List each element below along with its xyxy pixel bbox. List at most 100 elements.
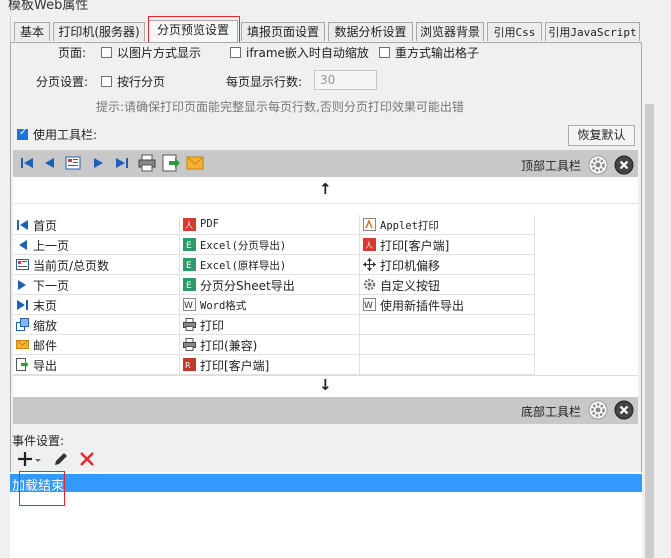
tab-ref-js[interactable]: 引用JavaScript: [545, 22, 640, 41]
grid-item-empty: [360, 315, 535, 335]
tab-ref-css[interactable]: 引用Css: [487, 22, 542, 41]
export-icon[interactable]: [161, 153, 181, 173]
applet-icon: [363, 218, 376, 231]
excel-icon: E: [183, 238, 196, 251]
move-down-arrow-icon[interactable]: ↓: [319, 376, 332, 394]
by-row-checkbox[interactable]: [101, 76, 112, 87]
grid-item-custom-button[interactable]: 自定义按钮: [360, 275, 535, 295]
grid-item-new-plugin-export[interactable]: W 使用新插件导出: [360, 295, 535, 315]
redraw-grid-label: 重方式输出格子: [395, 46, 480, 60]
window-title: 模板Web属性: [8, 0, 89, 13]
grid-item-label: 打印: [200, 319, 225, 333]
word-icon: W: [363, 298, 376, 311]
svg-text:W: W: [364, 301, 373, 311]
grid-item-export[interactable]: 导出: [13, 355, 180, 375]
grid-item-label: 打印[客户端]: [200, 359, 270, 373]
last-page-icon[interactable]: [113, 154, 133, 172]
mail-icon[interactable]: [185, 153, 205, 173]
scroll-thumb[interactable]: [645, 104, 654, 558]
last-page-icon: [16, 298, 29, 311]
grid-item-label: 使用新插件导出: [380, 299, 465, 313]
redraw-grid-checkbox[interactable]: [379, 47, 390, 58]
events-label: 事件设置:: [12, 434, 65, 448]
grid-item-print-compat[interactable]: 打印(兼容): [180, 335, 360, 355]
bottom-toolbar-label: 底部工具栏: [521, 405, 582, 419]
top-toolbar-close-icon[interactable]: [614, 155, 634, 175]
printer-icon[interactable]: [137, 153, 157, 173]
excel-icon: E: [183, 258, 196, 271]
grid-item-label: 首页: [33, 219, 58, 233]
prev-page-icon: [16, 238, 29, 251]
bottom-toolbar-gear-icon[interactable]: [588, 400, 608, 420]
next-page-icon[interactable]: [90, 154, 110, 172]
grid-item-label: 打印机偏移: [380, 259, 441, 273]
svg-text:W: W: [184, 301, 193, 311]
paging-label: 分页设置:: [36, 75, 89, 89]
grid-item-label: 邮件: [33, 339, 58, 353]
move-up-arrow-icon[interactable]: ↑: [319, 180, 332, 198]
grid-item-client-print-pdf[interactable]: 人 打印[客户端]: [360, 235, 535, 255]
grid-item-sheet-export[interactable]: E 分页分Sheet导出: [180, 275, 360, 295]
page-count-icon[interactable]: [64, 154, 84, 172]
word-icon: W: [183, 298, 196, 311]
next-page-icon: [16, 278, 29, 291]
delete-event-icon[interactable]: [78, 450, 96, 468]
zoom-icon: [16, 318, 29, 331]
use-toolbar-checkbox[interactable]: [17, 127, 28, 140]
tab-data-analysis[interactable]: 数据分析设置: [328, 22, 413, 41]
grid-item-excel-original[interactable]: E Excel(原样导出): [180, 255, 360, 275]
grid-item-last-page[interactable]: 末页: [13, 295, 180, 315]
grid-item-label: Applet打印: [380, 220, 439, 232]
mail-icon: [16, 338, 29, 351]
edit-event-icon[interactable]: [52, 450, 70, 468]
toolbar-settings-gear-icon[interactable]: [588, 155, 608, 175]
printer-icon: [183, 318, 196, 331]
iframe-zoom-label: iframe嵌入时自动缩放: [246, 46, 369, 60]
grid-item-word[interactable]: W Word格式: [180, 295, 360, 315]
grid-item-page-count[interactable]: 当前页/总页数: [13, 255, 180, 275]
svg-text:人: 人: [365, 241, 373, 250]
grid-item-next-page[interactable]: 下一页: [13, 275, 180, 295]
rows-per-page-label: 每页显示行数:: [226, 75, 303, 89]
grid-item-excel-paged[interactable]: E Excel(分页导出): [180, 235, 360, 255]
grid-item-empty: [360, 355, 535, 375]
svg-text:R: R: [185, 361, 191, 370]
iframe-zoom-checkbox[interactable]: [230, 47, 241, 58]
grid-item-printer-offset[interactable]: 打印机偏移: [360, 255, 535, 275]
by-row-label: 按行分页: [117, 75, 166, 89]
svg-text:E: E: [186, 241, 192, 251]
tab-highlight: [148, 16, 240, 43]
tab-fill-page[interactable]: 填报页面设置: [241, 22, 325, 41]
tab-browser-bg[interactable]: 浏览器背景: [416, 22, 484, 41]
bottom-toolbar-close-icon[interactable]: [614, 400, 634, 420]
tab-basic[interactable]: 基本: [14, 22, 50, 41]
grid-item-label: 自定义按钮: [380, 279, 441, 293]
add-event-icon[interactable]: [16, 449, 44, 469]
event-list-item-selected[interactable]: [10, 474, 642, 492]
prev-page-icon[interactable]: [40, 154, 60, 172]
grid-item-zoom[interactable]: 缩放: [13, 315, 180, 335]
svg-text:人: 人: [185, 221, 193, 230]
grid-item-prev-page[interactable]: 上一页: [13, 235, 180, 255]
first-page-icon[interactable]: [18, 154, 38, 172]
svg-text:E: E: [186, 261, 192, 271]
tab-printer-server[interactable]: 打印机(服务器): [53, 22, 145, 41]
printer-icon: [183, 338, 196, 351]
grid-item-client-print[interactable]: R 打印[客户端]: [180, 355, 360, 375]
rows-per-page-input[interactable]: 30: [314, 70, 377, 90]
grid-item-applet-print[interactable]: Applet打印: [360, 215, 535, 235]
grid-item-first-page[interactable]: 首页: [13, 215, 180, 235]
grid-item-label: 打印(兼容): [200, 339, 258, 353]
move-icon: [363, 258, 376, 271]
grid-item-print[interactable]: 打印: [180, 315, 360, 335]
first-page-icon: [16, 218, 29, 231]
grid-item-label: 导出: [33, 359, 58, 373]
image-mode-label: 以图片方式显示: [117, 46, 202, 60]
top-toolbar-label: 顶部工具栏: [521, 159, 582, 173]
grid-item-mail[interactable]: 邮件: [13, 335, 180, 355]
restore-default-button[interactable]: 恢复默认: [568, 125, 635, 146]
image-mode-checkbox[interactable]: [101, 47, 112, 58]
grid-item-pdf[interactable]: 人 PDF: [180, 215, 360, 235]
grid-item-label: Word格式: [200, 300, 247, 312]
grid-item-label: 末页: [33, 299, 58, 313]
